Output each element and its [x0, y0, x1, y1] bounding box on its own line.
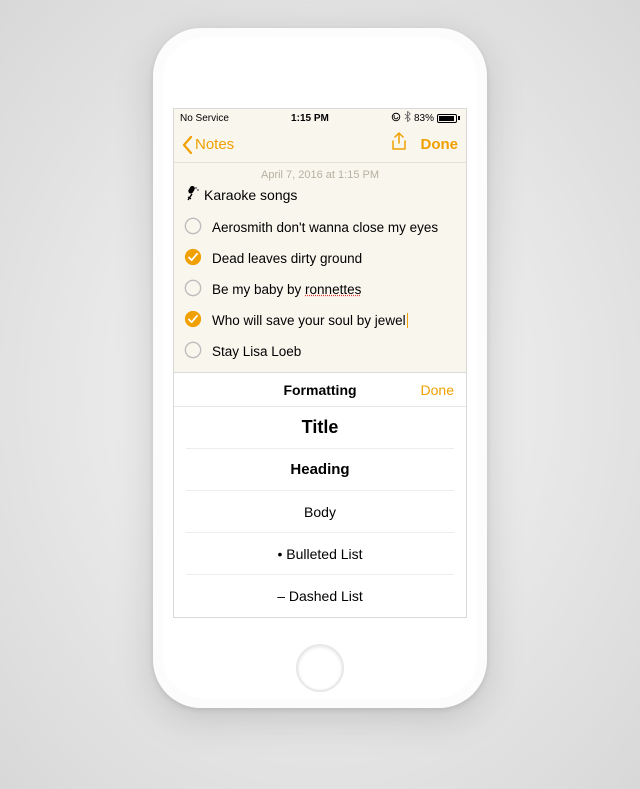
rotation-lock-icon: [391, 112, 401, 125]
note-body[interactable]: April 7, 2016 at 1:15 PM Karaoke songs A…: [174, 163, 466, 372]
carrier-label: No Service: [180, 113, 229, 124]
nav-done-button[interactable]: Done: [421, 136, 459, 153]
checklist-item-text: Be my baby by ronnettes: [212, 282, 361, 297]
battery-icon: [437, 114, 460, 123]
note-title-row: Karaoke songs: [174, 185, 466, 212]
checklist: Aerosmith don't wanna close my eyes Dead …: [174, 212, 466, 372]
formatting-done-button[interactable]: Done: [421, 382, 454, 398]
formatting-title: Formatting: [283, 382, 356, 398]
microphone-icon: [184, 185, 200, 204]
clock: 1:15 PM: [291, 113, 329, 124]
bluetooth-icon: [404, 111, 411, 125]
format-option-heading[interactable]: Heading: [186, 449, 454, 491]
phone-frame: No Service 1:15 PM 83%: [153, 28, 487, 708]
checklist-item[interactable]: Dead leaves dirty ground: [184, 243, 456, 274]
format-option-title[interactable]: Title: [186, 407, 454, 449]
formatting-header: Formatting Done: [174, 373, 466, 407]
nav-bar: Notes Done: [174, 127, 466, 163]
checklist-item[interactable]: Be my baby by ronnettes: [184, 274, 456, 305]
checklist-item-text: Stay Lisa Loeb: [212, 344, 301, 359]
format-option-bulleted[interactable]: • Bulleted List: [186, 533, 454, 575]
checkbox-empty-icon[interactable]: [184, 217, 202, 238]
checklist-item[interactable]: Aerosmith don't wanna close my eyes: [184, 212, 456, 243]
checkbox-empty-icon[interactable]: [184, 279, 202, 300]
format-option-dashed[interactable]: – Dashed List: [186, 575, 454, 617]
checkbox-empty-icon[interactable]: [184, 341, 202, 362]
battery-percent: 83%: [414, 113, 434, 124]
home-button[interactable]: [296, 644, 344, 692]
formatting-options: Title Heading Body • Bulleted List – Das…: [174, 407, 466, 617]
share-icon: [391, 132, 407, 152]
status-bar: No Service 1:15 PM 83%: [174, 109, 466, 127]
screen: No Service 1:15 PM 83%: [173, 108, 467, 618]
checkbox-checked-icon[interactable]: [184, 310, 202, 331]
chevron-left-icon: [182, 136, 193, 154]
back-button[interactable]: Notes: [182, 136, 234, 154]
checklist-item-text: Aerosmith don't wanna close my eyes: [212, 220, 438, 235]
formatting-panel: Formatting Done Title Heading Body • Bul…: [174, 372, 466, 617]
checklist-item[interactable]: Who will save your soul by jewel: [184, 305, 456, 336]
text-cursor: [407, 313, 409, 328]
back-label: Notes: [195, 136, 234, 153]
checkbox-checked-icon[interactable]: [184, 248, 202, 269]
note-date: April 7, 2016 at 1:15 PM: [174, 163, 466, 185]
share-button[interactable]: [391, 132, 407, 157]
format-option-body[interactable]: Body: [186, 491, 454, 533]
inner-bezel: No Service 1:15 PM 83%: [163, 38, 477, 698]
checklist-item-text: Dead leaves dirty ground: [212, 251, 362, 266]
checklist-item[interactable]: Stay Lisa Loeb: [184, 336, 456, 367]
note-title-text: Karaoke songs: [204, 187, 297, 203]
checklist-item-text: Who will save your soul by jewel: [212, 313, 408, 329]
